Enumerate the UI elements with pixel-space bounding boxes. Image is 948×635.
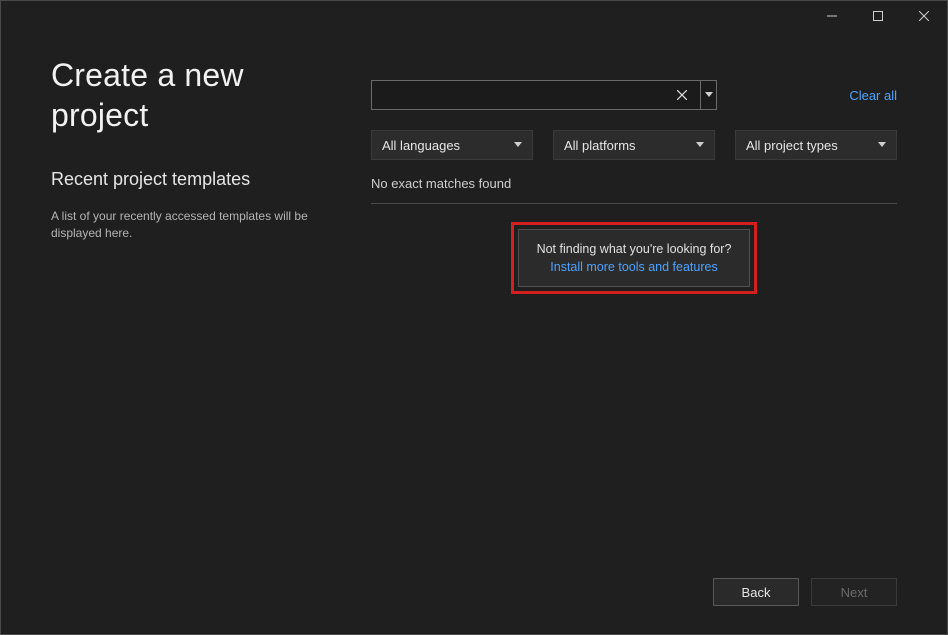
back-button[interactable]: Back bbox=[713, 578, 799, 606]
create-project-dialog: Create a new project Recent project temp… bbox=[0, 0, 948, 635]
install-tools-link[interactable]: Install more tools and features bbox=[537, 258, 732, 276]
language-filter-dropdown[interactable]: All languages bbox=[371, 130, 533, 160]
left-column: Create a new project Recent project temp… bbox=[51, 55, 331, 604]
platform-filter-dropdown[interactable]: All platforms bbox=[553, 130, 715, 160]
maximize-button[interactable] bbox=[855, 1, 901, 31]
search-box bbox=[371, 80, 717, 110]
page-title: Create a new project bbox=[51, 55, 331, 135]
project-type-filter-dropdown[interactable]: All project types bbox=[735, 130, 897, 160]
chevron-down-icon bbox=[514, 142, 522, 148]
not-finding-question: Not finding what you're looking for? bbox=[537, 240, 732, 258]
highlight-annotation: Not finding what you're looking for? Ins… bbox=[511, 222, 758, 294]
search-clear-icon[interactable] bbox=[669, 81, 695, 109]
clear-all-link[interactable]: Clear all bbox=[849, 88, 897, 103]
template-search-input[interactable] bbox=[371, 80, 701, 110]
close-button[interactable] bbox=[901, 1, 947, 31]
language-filter-label: All languages bbox=[382, 138, 460, 153]
project-type-filter-label: All project types bbox=[746, 138, 838, 153]
results-status-text: No exact matches found bbox=[371, 176, 897, 204]
minimize-button[interactable] bbox=[809, 1, 855, 31]
recent-templates-header: Recent project templates bbox=[51, 169, 331, 190]
platform-filter-label: All platforms bbox=[564, 138, 636, 153]
next-button: Next bbox=[811, 578, 897, 606]
dialog-footer: Back Next bbox=[713, 578, 897, 606]
install-tools-panel: Not finding what you're looking for? Ins… bbox=[518, 229, 751, 287]
chevron-down-icon bbox=[878, 142, 886, 148]
chevron-down-icon bbox=[696, 142, 704, 148]
dialog-content: Create a new project Recent project temp… bbox=[1, 33, 947, 634]
search-history-dropdown[interactable] bbox=[701, 80, 717, 110]
window-titlebar bbox=[809, 1, 947, 31]
recent-templates-hint: A list of your recently accessed templat… bbox=[51, 208, 331, 243]
right-column: Clear all All languages All platforms bbox=[371, 55, 897, 604]
